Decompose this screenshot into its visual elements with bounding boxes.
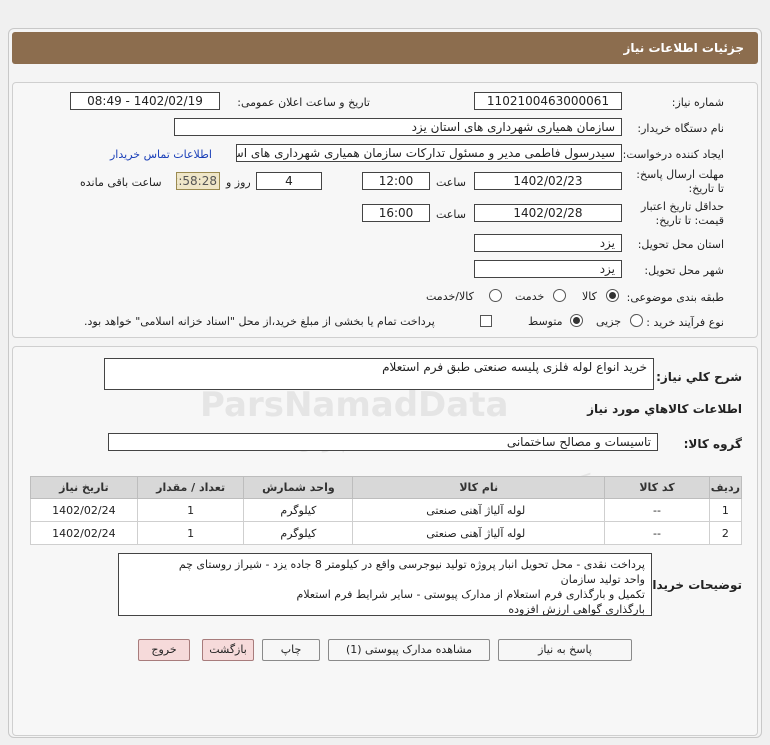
city-field: یزد (474, 260, 622, 278)
process-option-minor: جزیی (596, 315, 622, 328)
summary-label: شرح کلي نياز: (656, 370, 742, 384)
process-option-medium: متوسط (528, 315, 563, 328)
notes-line: بارگذاری گواهی ارزش افزوده (508, 603, 645, 616)
process-radio-medium[interactable] (570, 314, 583, 327)
page-title: جزئیات اطلاعات نیاز (623, 41, 744, 55)
buyer-notes-label: توضیحات خریدار: (640, 578, 742, 592)
reply-button[interactable]: پاسخ به نیاز (498, 639, 632, 661)
goods-group-field: تاسیسات و مصالح ساختمانی (108, 433, 658, 451)
validity-date-field: 1402/02/28 (474, 204, 622, 222)
notes-line: پرداخت نقدی - محل تحویل انبار پروژه تولی… (178, 558, 645, 571)
table-header-row: ردیف کد کالا نام کالا واحد شمارش تعداد /… (30, 476, 743, 499)
announce-field: 1402/02/19 - 08:49 (70, 92, 220, 110)
days-label: روز و (226, 176, 251, 189)
cell-date: 1402/02/24 (30, 498, 138, 522)
cell-name: لوله آلیاژ آهنی صنعتی (352, 498, 606, 522)
remaining-label: ساعت باقی مانده (80, 176, 162, 189)
cell-unit: کیلوگرم (243, 521, 354, 545)
process-radio-minor[interactable] (630, 314, 643, 327)
validity-label: حداقل تاریخ اعتبار قیمت: تا تاریخ: (640, 200, 724, 227)
process-label: نوع فرآیند خرید : (646, 316, 724, 329)
validity-time-field: 16:00 (362, 204, 430, 222)
cell-date: 1402/02/24 (30, 521, 138, 545)
province-field: یزد (474, 234, 622, 252)
deadline-time-field: 12:00 (362, 172, 430, 190)
table-row: 2 -- لوله آلیاژ آهنی صنعتی کیلوگرم 1 140… (30, 521, 743, 545)
cell-row: 2 (708, 521, 743, 545)
deadline-date-field: 1402/02/23 (474, 172, 622, 190)
cell-code: -- (604, 498, 710, 522)
category-radio-service[interactable] (553, 289, 566, 302)
buyer-org-label: نام دستگاه خریدار: (637, 122, 724, 135)
deadline-time-label: ساعت (436, 176, 466, 189)
remaining-time-field: 02:58:28 (176, 172, 220, 190)
creator-field: سیدرسول فاطمی مدیر و مسئول تدارکات سازما… (236, 144, 622, 162)
summary-field: خرید انواع لوله فلزی پلیسه صنعتی طبق فرم… (104, 358, 654, 390)
deadline-label: مهلت ارسال پاسخ: تا تاریخ: (636, 168, 724, 195)
back-button[interactable]: بازگشت (202, 639, 254, 661)
exit-button[interactable]: خروج (138, 639, 190, 661)
col-unit: واحد شمارش (243, 476, 354, 499)
announce-label: تاریخ و ساعت اعلان عمومی: (237, 96, 370, 109)
category-radio-goods[interactable] (606, 289, 619, 302)
creator-label: ایجاد کننده درخواست: (622, 148, 724, 161)
col-date: تاریخ نیاز (30, 476, 138, 499)
cell-row: 1 (708, 498, 743, 522)
notes-line: واحد تولید سازمان (560, 573, 645, 586)
days-field: 4 (256, 172, 322, 190)
buyer-notes-box: پرداخت نقدی - محل تحویل انبار پروژه تولی… (118, 553, 652, 616)
province-label: استان محل تحویل: (637, 238, 724, 251)
col-code: کد کالا (604, 476, 710, 499)
cell-qty: 1 (136, 521, 245, 545)
need-number-field: 1102100463000061 (474, 92, 622, 110)
goods-section-title: اطلاعات کالاهاي مورد نياز (587, 402, 742, 416)
col-row: ردیف (708, 476, 743, 499)
category-option-service: خدمت (515, 290, 545, 303)
cell-code: -- (604, 521, 710, 545)
col-name: نام کالا (352, 476, 606, 499)
treasury-payment-checkbox[interactable] (480, 315, 492, 327)
buyer-contact-link[interactable]: اطلاعات تماس خریدار (110, 148, 212, 161)
notes-line: تکمیل و بارگذاری فرم استعلام از مدارک پی… (296, 588, 645, 601)
table-row: 1 -- لوله آلیاژ آهنی صنعتی کیلوگرم 1 140… (30, 498, 743, 522)
goods-group-label: گروه کالا: (683, 437, 742, 451)
category-radio-goods-service[interactable] (489, 289, 502, 302)
category-option-goods: کالا (582, 290, 597, 303)
validity-time-label: ساعت (436, 208, 466, 221)
city-label: شهر محل تحویل: (644, 264, 724, 277)
items-table: ردیف کد کالا نام کالا واحد شمارش تعداد /… (30, 476, 743, 545)
cell-name: لوله آلیاژ آهنی صنعتی (352, 521, 606, 545)
col-qty: تعداد / مقدار (136, 476, 245, 499)
cell-qty: 1 (136, 498, 245, 522)
category-option-goods-service: کالا/خدمت (426, 290, 474, 303)
buyer-org-field: سازمان همیاری شهرداری های استان یزد (174, 118, 622, 136)
need-number-label: شماره نیاز: (671, 96, 724, 109)
print-button[interactable]: چاپ (262, 639, 320, 661)
header-bar: جزئیات اطلاعات نیاز (12, 32, 758, 64)
category-label: طبقه بندی موضوعی: (626, 291, 724, 304)
treasury-payment-note: پرداخت تمام یا بخشی از مبلغ خرید،از محل … (84, 315, 435, 328)
view-attachments-button[interactable]: مشاهده مدارک پیوستی (1) (328, 639, 490, 661)
cell-unit: کیلوگرم (243, 498, 354, 522)
